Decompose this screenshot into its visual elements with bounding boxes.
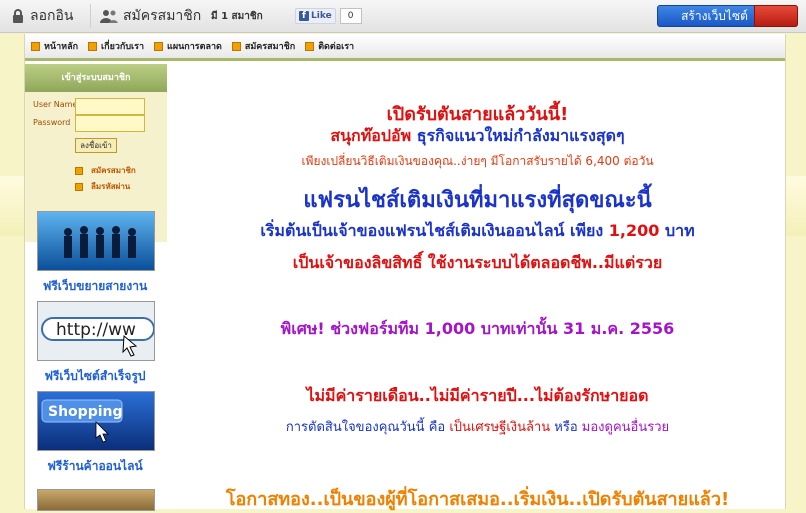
special-offer: พิเศษ! ช่วงฟอร์มทีม 1,000 บาทเท่านั้น 31… — [280, 319, 675, 338]
nav-label: เกี่ยวกับเรา — [101, 42, 145, 52]
nav-item-marketing-plan[interactable]: แผนการตลาด — [154, 39, 222, 53]
bullet-icon — [231, 41, 241, 51]
facebook-like-button[interactable]: f Like 0 — [295, 0, 362, 32]
login-link[interactable]: ลอกอิน — [12, 0, 73, 32]
sidebar: เข้าสู่ระบบสมาชิก User Name Password ลงช… — [25, 64, 167, 511]
like-button[interactable]: f Like — [295, 8, 336, 24]
site-frame: หน้าหลัก เกี่ยวกับเรา แผนการตลาด สมัครสม… — [24, 34, 786, 511]
side-link-label: สมัครสมาชิก — [91, 166, 136, 175]
create-website-button[interactable]: สร้างเว็บไซต์ — [657, 5, 798, 27]
facebook-icon: f — [299, 11, 309, 21]
price-value: 1,200 — [608, 221, 660, 240]
no-fees-line: ไม่มีค่ารายเดือน..ไม่มีค่ารายปี...ไม่ต้อ… — [306, 386, 649, 405]
promo-free-network-site[interactable]: ฟรีเว็บขยายสายงาน — [37, 211, 155, 296]
team-icon — [37, 211, 155, 271]
login-label: ลอกอิน — [30, 8, 74, 24]
franchise-headline: แฟรนไชส์เติมเงินที่มาแรงที่สุดขณะนี้ — [303, 188, 652, 213]
password-field[interactable] — [75, 115, 145, 132]
nav-item-about[interactable]: เกี่ยวกับเรา — [88, 39, 144, 53]
forgot-password-link[interactable]: ลืมรหัสผ่าน — [75, 180, 130, 193]
nav-label: หน้าหลัก — [44, 42, 79, 52]
like-count: 0 — [339, 8, 362, 24]
username-field[interactable] — [75, 98, 145, 115]
bullet-icon — [154, 41, 164, 51]
bullet-icon — [88, 41, 98, 51]
users-icon — [100, 10, 118, 23]
promo-free-website[interactable]: http://ww ฟรีเว็บไซต์สำเร็จรูป — [37, 301, 155, 386]
license-line: เป็นเจ้าของลิขสิทธิ์ ใช้งานระบบได้ตลอดชี… — [292, 253, 663, 272]
bullet-icon — [75, 182, 83, 191]
top-toolbar: ลอกอิน สมัครสมาชิก มี 1 สมาชิก f Like 0 … — [0, 0, 806, 33]
price-text: เริ่มต้นเป็นเจ้าของแฟรนไชส์เติมเงินออนไล… — [260, 221, 609, 240]
username-label: User Name — [33, 100, 78, 109]
headline-business: สนุกท๊อปอัพ ธุรกิจแนวใหม่กำลังมาแรงสุดๆ — [175, 124, 780, 149]
lock-icon — [13, 9, 23, 23]
create-button-accent — [754, 5, 798, 27]
register-label: สมัครสมาชิก — [123, 8, 202, 24]
headline-new-business: ธุรกิจแนวใหม่กำลังมาแรงสุดๆ — [416, 126, 625, 145]
main-content: เปิดรับตันสายแล้ววันนี้! สนุกท๊อปอัพ ธุร… — [175, 64, 780, 510]
bullet-icon — [305, 41, 315, 51]
bullet-icon — [75, 166, 83, 175]
nav-label: แผนการตลาด — [167, 42, 222, 52]
nav-item-register[interactable]: สมัครสมาชิก — [231, 39, 296, 53]
price-line: เริ่มต้นเป็นเจ้าของแฟรนไชส์เติมเงินออนไล… — [175, 219, 780, 244]
divider — [90, 4, 91, 28]
register-link[interactable]: สมัครสมาชิก — [100, 0, 201, 32]
income-line: เพียงเปลี่ยนวิธีเติมเงินของคุณ..ง่ายๆ มี… — [301, 154, 654, 168]
promo-caption: ฟรีร้านค้าออนไลน์ — [47, 459, 143, 473]
promo-caption: ฟรีเว็บขยายสายงาน — [42, 279, 148, 293]
promo-free-online-shop[interactable]: Shopping ฟรีร้านค้าออนไลน์ — [37, 391, 155, 476]
promo-caption: ฟรีเว็บไซต์สำเร็จรูป — [44, 369, 146, 383]
decision-text: การตัดสินใจของคุณวันนี้ คือ — [285, 420, 450, 435]
member-count: มี 1 สมาชิก — [211, 10, 263, 22]
nav-label: สมัครสมาชิก — [244, 42, 296, 52]
shopping-icon: Shopping — [37, 391, 155, 451]
decision-or: หรือ — [550, 420, 582, 435]
like-label: Like — [311, 11, 332, 21]
register-link-side[interactable]: สมัครสมาชิก — [75, 164, 136, 177]
headline-topup: สนุกท๊อปอัพ — [330, 126, 417, 145]
create-website-label: สร้างเว็บไซต์ — [681, 8, 748, 23]
bullet-icon — [31, 41, 40, 51]
password-label: Password — [33, 118, 71, 127]
promo-image-partial[interactable] — [37, 489, 155, 511]
svg-text:Shopping: Shopping — [48, 404, 123, 420]
decision-others: มองดูคนอื่นรวย — [581, 420, 670, 435]
price-unit: บาท — [659, 221, 695, 240]
decision-line: การตัดสินใจของคุณวันนี้ คือ เป็นเศรษฐีเง… — [175, 416, 780, 437]
main-nav: หน้าหลัก เกี่ยวกับเรา แผนการตลาด สมัครสม… — [25, 34, 785, 61]
http-icon: http://ww — [37, 301, 155, 361]
decision-millionaire: เป็นเศรษฐีเงินล้าน — [449, 420, 551, 435]
login-button[interactable]: ลงชื่อเข้า — [75, 138, 117, 153]
nav-item-contact[interactable]: ติดต่อเรา — [305, 39, 354, 53]
nav-item-home[interactable]: หน้าหลัก — [31, 39, 78, 53]
nav-label: ติดต่อเรา — [318, 42, 355, 52]
side-link-label: ลืมรหัสผ่าน — [91, 182, 131, 191]
login-panel-title: เข้าสู่ระบบสมาชิก — [25, 64, 167, 92]
